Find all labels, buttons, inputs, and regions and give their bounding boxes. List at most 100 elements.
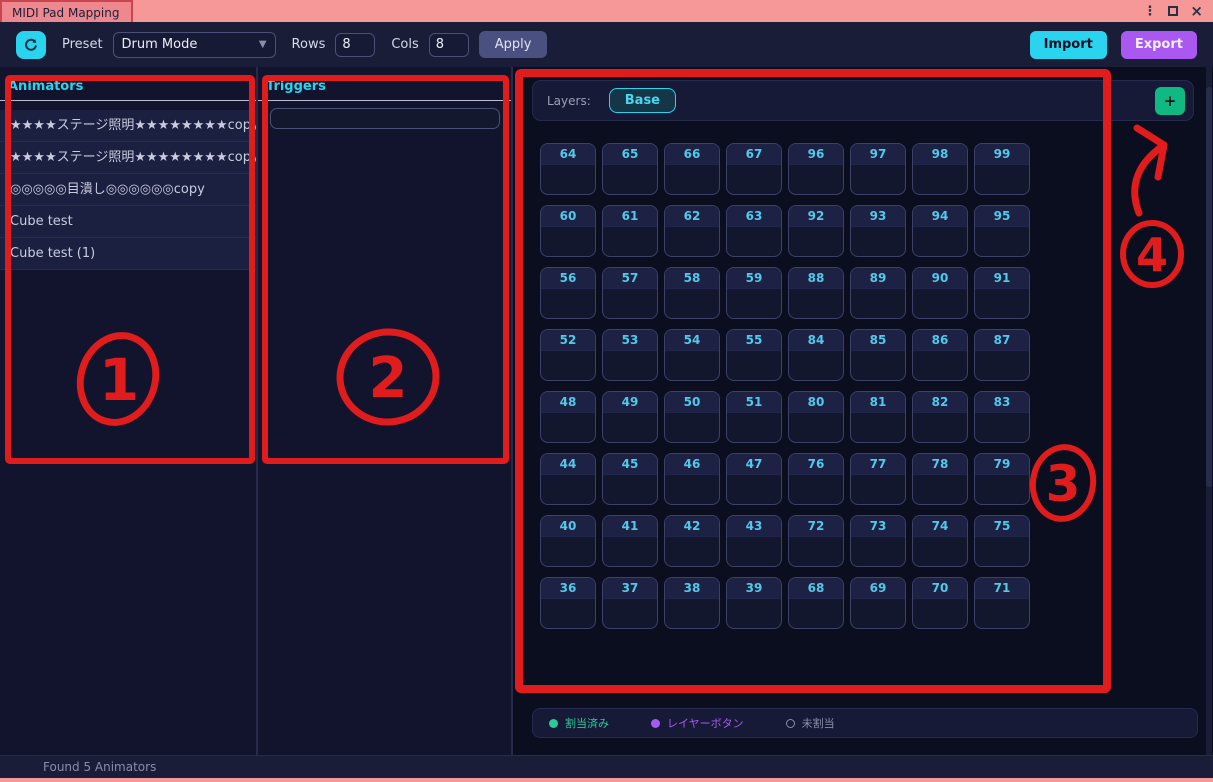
pad-95[interactable]: 95 bbox=[974, 205, 1030, 257]
pad-74[interactable]: 74 bbox=[912, 515, 968, 567]
legend-label: 未割当 bbox=[802, 715, 835, 731]
pad-72[interactable]: 72 bbox=[788, 515, 844, 567]
pad-87[interactable]: 87 bbox=[974, 329, 1030, 381]
pad-93[interactable]: 93 bbox=[850, 205, 906, 257]
pad-76[interactable]: 76 bbox=[788, 453, 844, 505]
pad-42[interactable]: 42 bbox=[664, 515, 720, 567]
pad-number: 93 bbox=[851, 206, 905, 227]
scrollbar[interactable] bbox=[1206, 67, 1212, 755]
pad-97[interactable]: 97 bbox=[850, 143, 906, 195]
export-button[interactable]: Export bbox=[1121, 31, 1197, 59]
pad-96[interactable]: 96 bbox=[788, 143, 844, 195]
pad-56[interactable]: 56 bbox=[540, 267, 596, 319]
pad-64[interactable]: 64 bbox=[540, 143, 596, 195]
pad-77[interactable]: 77 bbox=[850, 453, 906, 505]
pad-59[interactable]: 59 bbox=[726, 267, 782, 319]
pad-number: 43 bbox=[727, 516, 781, 537]
pad-86[interactable]: 86 bbox=[912, 329, 968, 381]
pad-number: 96 bbox=[789, 144, 843, 165]
pad-53[interactable]: 53 bbox=[602, 329, 658, 381]
menu-kebab-icon[interactable]: ⋮ bbox=[1143, 5, 1156, 18]
maximize-icon[interactable] bbox=[1168, 6, 1178, 16]
pad-37[interactable]: 37 bbox=[602, 577, 658, 629]
cols-input[interactable] bbox=[429, 33, 469, 57]
layer-button-base[interactable]: Base bbox=[609, 88, 676, 113]
pad-39[interactable]: 39 bbox=[726, 577, 782, 629]
pad-80[interactable]: 80 bbox=[788, 391, 844, 443]
toolbar: Preset Drum Mode ▼ Rows Cols Apply Impor… bbox=[0, 22, 1213, 67]
pad-47[interactable]: 47 bbox=[726, 453, 782, 505]
pad-91[interactable]: 91 bbox=[974, 267, 1030, 319]
pad-40[interactable]: 40 bbox=[540, 515, 596, 567]
pad-84[interactable]: 84 bbox=[788, 329, 844, 381]
scrollbar-thumb[interactable] bbox=[1206, 87, 1212, 487]
pad-94[interactable]: 94 bbox=[912, 205, 968, 257]
list-item[interactable]: ★★★★ステージ照明★★★★★★★★copy bbox=[0, 142, 256, 174]
pad-49[interactable]: 49 bbox=[602, 391, 658, 443]
pad-73[interactable]: 73 bbox=[850, 515, 906, 567]
pad-number: 86 bbox=[913, 330, 967, 351]
pad-69[interactable]: 69 bbox=[850, 577, 906, 629]
pad-number: 47 bbox=[727, 454, 781, 475]
list-item[interactable]: ★★★★ステージ照明★★★★★★★★copy bbox=[0, 110, 256, 142]
preset-label: Preset bbox=[62, 37, 103, 52]
import-button[interactable]: Import bbox=[1030, 31, 1107, 59]
pad-60[interactable]: 60 bbox=[540, 205, 596, 257]
cols-label: Cols bbox=[391, 37, 418, 52]
pad-41[interactable]: 41 bbox=[602, 515, 658, 567]
pad-55[interactable]: 55 bbox=[726, 329, 782, 381]
pad-70[interactable]: 70 bbox=[912, 577, 968, 629]
pad-78[interactable]: 78 bbox=[912, 453, 968, 505]
close-icon[interactable]: × bbox=[1190, 4, 1203, 19]
pad-58[interactable]: 58 bbox=[664, 267, 720, 319]
list-item[interactable]: ◎◎◎◎◎目潰し◎◎◎◎◎◎copy bbox=[0, 174, 256, 206]
rows-input[interactable] bbox=[335, 33, 375, 57]
pad-92[interactable]: 92 bbox=[788, 205, 844, 257]
pad-43[interactable]: 43 bbox=[726, 515, 782, 567]
pad-63[interactable]: 63 bbox=[726, 205, 782, 257]
list-item[interactable]: Cube test bbox=[0, 206, 256, 238]
pad-number: 65 bbox=[603, 144, 657, 165]
pad-89[interactable]: 89 bbox=[850, 267, 906, 319]
pad-52[interactable]: 52 bbox=[540, 329, 596, 381]
pad-51[interactable]: 51 bbox=[726, 391, 782, 443]
pad-82[interactable]: 82 bbox=[912, 391, 968, 443]
pad-44[interactable]: 44 bbox=[540, 453, 596, 505]
pad-75[interactable]: 75 bbox=[974, 515, 1030, 567]
pad-50[interactable]: 50 bbox=[664, 391, 720, 443]
pad-number: 46 bbox=[665, 454, 719, 475]
pad-71[interactable]: 71 bbox=[974, 577, 1030, 629]
pad-54[interactable]: 54 bbox=[664, 329, 720, 381]
pad-90[interactable]: 90 bbox=[912, 267, 968, 319]
trigger-input[interactable] bbox=[270, 108, 500, 129]
pad-67[interactable]: 67 bbox=[726, 143, 782, 195]
pad-48[interactable]: 48 bbox=[540, 391, 596, 443]
pad-36[interactable]: 36 bbox=[540, 577, 596, 629]
apply-button[interactable]: Apply bbox=[479, 31, 548, 58]
pad-number: 90 bbox=[913, 268, 967, 289]
pad-99[interactable]: 99 bbox=[974, 143, 1030, 195]
pad-83[interactable]: 83 bbox=[974, 391, 1030, 443]
pad-45[interactable]: 45 bbox=[602, 453, 658, 505]
pad-65[interactable]: 65 bbox=[602, 143, 658, 195]
add-layer-button[interactable]: + bbox=[1155, 87, 1185, 115]
pad-62[interactable]: 62 bbox=[664, 205, 720, 257]
pad-66[interactable]: 66 bbox=[664, 143, 720, 195]
pad-57[interactable]: 57 bbox=[602, 267, 658, 319]
pad-number: 52 bbox=[541, 330, 595, 351]
pad-number: 94 bbox=[913, 206, 967, 227]
pad-61[interactable]: 61 bbox=[602, 205, 658, 257]
refresh-button[interactable] bbox=[16, 31, 46, 59]
pad-81[interactable]: 81 bbox=[850, 391, 906, 443]
pad-98[interactable]: 98 bbox=[912, 143, 968, 195]
pad-68[interactable]: 68 bbox=[788, 577, 844, 629]
pad-88[interactable]: 88 bbox=[788, 267, 844, 319]
list-item[interactable]: Cube test (1) bbox=[0, 238, 256, 270]
pad-46[interactable]: 46 bbox=[664, 453, 720, 505]
pad-85[interactable]: 85 bbox=[850, 329, 906, 381]
pad-38[interactable]: 38 bbox=[664, 577, 720, 629]
preset-dropdown[interactable]: Drum Mode ▼ bbox=[113, 32, 276, 58]
triggers-header: Triggers bbox=[258, 67, 511, 101]
pad-number: 70 bbox=[913, 578, 967, 599]
pad-79[interactable]: 79 bbox=[974, 453, 1030, 505]
